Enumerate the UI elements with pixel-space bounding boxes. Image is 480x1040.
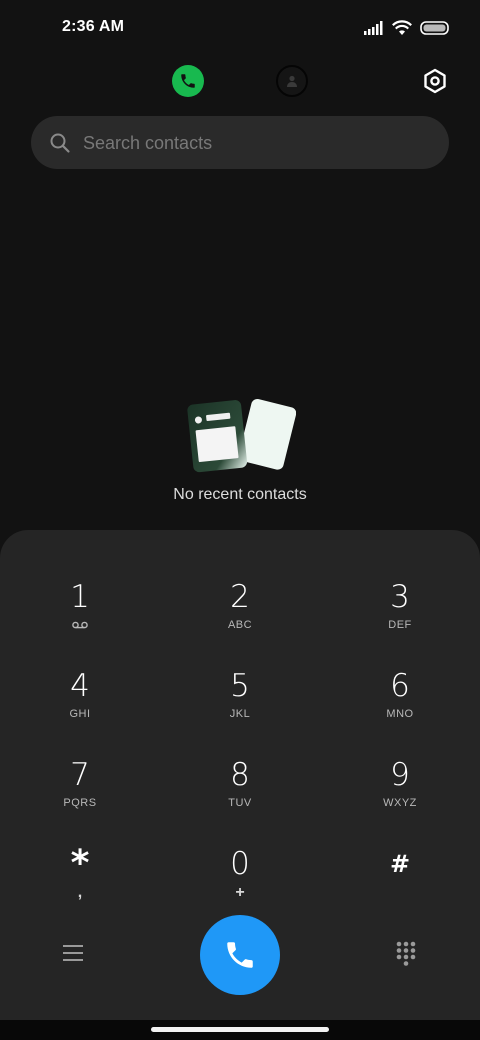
key-letters: JKL [229, 708, 251, 720]
dialpad: 1 2 ABC 3 DEF 4 GHI 5 JKL 6 MNO 7 PQRS 8… [0, 530, 480, 1020]
key-digit: 5 [230, 668, 250, 704]
dialpad-key-9[interactable]: 9 WXYZ [340, 745, 460, 825]
call-icon [227, 942, 253, 968]
search-bar[interactable] [31, 116, 449, 171]
key-digit: 7 [70, 757, 90, 793]
dialpad-key-4[interactable]: 4 GHI [20, 656, 140, 736]
dialpad-key-8[interactable]: 8 TUV [180, 745, 300, 825]
tab-contacts[interactable] [276, 65, 308, 97]
dialpad-key-3[interactable]: 3 DEF [340, 567, 460, 647]
key-digit: 0 [230, 846, 250, 882]
key-letters: TUV [228, 797, 252, 809]
voicemail-icon [72, 621, 88, 629]
settings-button[interactable] [422, 68, 448, 94]
search-icon [50, 133, 70, 153]
key-letters: + [235, 884, 245, 901]
navigation-bar [0, 1020, 480, 1040]
battery-icon [420, 21, 449, 35]
dialpad-key-hash[interactable]: # [340, 834, 460, 914]
menu-icon [63, 945, 83, 961]
key-digit: 9 [390, 757, 410, 793]
home-indicator[interactable] [151, 1027, 329, 1032]
key-letters: ABC [227, 619, 253, 631]
tab-recents[interactable] [172, 65, 204, 97]
wifi-icon [392, 20, 412, 35]
key-digit: 3 [390, 579, 410, 615]
dialpad-key-6[interactable]: 6 MNO [340, 656, 460, 736]
empty-state-message: No recent contacts [173, 486, 307, 503]
dialpad-key-7[interactable]: 7 PQRS [20, 745, 140, 825]
key-letters: GHI [69, 708, 91, 720]
key-letters: DEF [388, 619, 412, 631]
status-bar: 2:36 AM [0, 0, 480, 56]
key-digit: 2 [230, 579, 250, 615]
top-tabs [0, 56, 480, 106]
contacts-icon [287, 75, 297, 87]
key-digit: * [70, 843, 90, 884]
phone-icon [181, 74, 195, 88]
key-digit: 1 [70, 579, 90, 615]
keypad-icon [396, 941, 416, 966]
key-digit: # [389, 850, 411, 878]
keypad-toggle-button[interactable] [394, 940, 418, 968]
dialpad-key-star[interactable]: * , [20, 834, 140, 914]
dialpad-key-0[interactable]: 0 + [180, 834, 300, 914]
status-time: 2:36 AM [62, 18, 125, 35]
menu-button[interactable] [62, 942, 84, 964]
key-letters: WXYZ [383, 797, 417, 809]
dialpad-key-1[interactable]: 1 [20, 567, 140, 647]
dialpad-key-5[interactable]: 5 JKL [180, 656, 300, 736]
search-input[interactable] [81, 116, 425, 171]
key-digit: 6 [390, 668, 410, 704]
key-letters: , [77, 884, 83, 901]
settings-icon [424, 68, 446, 94]
key-digit: 8 [230, 757, 250, 793]
empty-contacts-illustration [187, 398, 296, 473]
empty-state: No recent contacts [0, 396, 480, 516]
call-button[interactable] [200, 915, 280, 995]
key-digit: 4 [70, 668, 90, 704]
key-letters: MNO [386, 708, 414, 720]
status-icons [364, 18, 450, 38]
key-letters: PQRS [63, 797, 97, 809]
dialpad-key-2[interactable]: 2 ABC [180, 567, 300, 647]
signal-icon [364, 21, 383, 35]
